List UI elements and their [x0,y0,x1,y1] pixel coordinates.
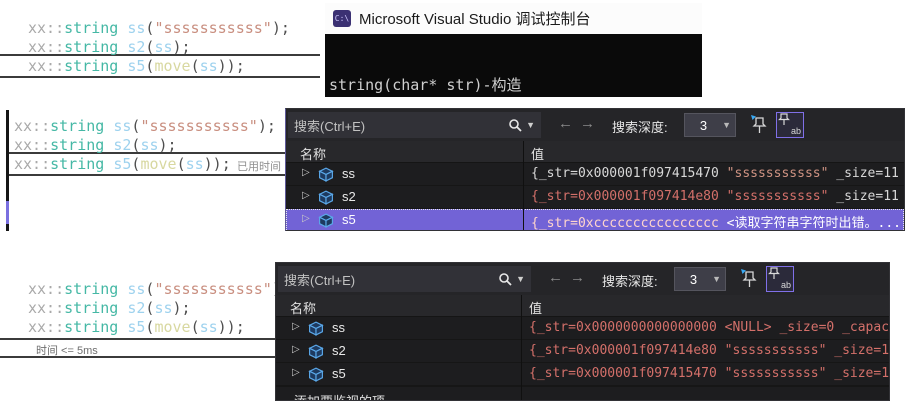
variable-value: {_str=0x000001f097415470 "sssssssssss" _… [529,366,889,381]
pin-ab-toggle-icon[interactable]: ab [766,266,794,292]
class-type-icon [318,190,334,210]
expand-arrow-icon[interactable]: ▷ [292,344,300,355]
debug-console-window: C:\ Microsoft Visual Studio 调试控制台 string… [325,3,702,97]
back-arrow-button[interactable]: ← [558,115,573,132]
class-type-icon [318,167,334,187]
column-divider[interactable] [521,295,522,400]
add-watch-item-row[interactable]: 添加要监视的项 [276,386,889,400]
console-title: Microsoft Visual Studio 调试控制台 [359,11,591,28]
code-block-top: xx::string ss("sssssssssss"); xx::string … [28,19,290,76]
code-line: xx::string ss("sssssssssss"); [28,280,290,298]
variable-value: {_str=0xcccccccccccccccc <读取字符串字符时出错。... [531,216,901,231]
code-line: xx::string s2(ss); [28,38,191,56]
search-depth-label: 搜索深度: [602,274,658,289]
watch-rows: ▷ ss {_str=0x000001f097415470 "sssssssssss… [286,163,904,231]
perf-tip: 已用时间 [237,161,281,173]
ab-label: ab [790,126,801,136]
chevron-down-icon: ▼ [712,274,721,284]
code-line: xx::string s2(ss); [28,299,191,317]
variable-name: ss [342,166,355,181]
variable-name: s5 [332,366,346,381]
pin-ab-toggle-icon[interactable]: ab [776,112,804,138]
divider-line [0,356,279,358]
code-line: xx::string ss("sssssssssss"); [14,117,276,135]
pin-icon[interactable] [738,268,758,290]
watch-row-s5[interactable]: ▷ s5 {_str=0x000001f097415470 "sssssssssss… [276,363,889,386]
search-input[interactable]: 搜索(Ctrl+E) ▼ [288,112,541,138]
screenshot-canvas: xx::string ss("sssssssssss"); xx::string … [0,0,905,407]
window-edge-accent [6,201,9,224]
variable-name: s2 [342,189,356,204]
pin-icon[interactable] [748,114,768,136]
variable-name: s2 [332,343,346,358]
console-line: string(char* str)-构造 [329,76,522,94]
watch-panel-1: 搜索(Ctrl+E) ▼ ← → 搜索深度: 3 ▼ ab 名称 值 ▷ ss [285,108,905,231]
watch-toolbar: 搜索(Ctrl+E) ▼ ← → 搜索深度: 3 ▼ ab [286,109,904,141]
search-icon [499,273,512,286]
watch-rows: ▷ ss {_str=0x0000000000000000 <NULL> _size… [276,317,889,400]
code-line: xx::string ss("sssssssssss"); [28,19,290,37]
column-header-name[interactable]: 名称 [290,298,316,317]
search-depth-dropdown[interactable]: 3 ▼ [674,267,726,291]
variable-value: {_str=0x0000000000000000 <NULL> _size=0 … [529,320,889,335]
search-depth-value: 3 [699,117,708,133]
class-type-icon [308,367,324,387]
watch-column-headers: 名称 值 [286,141,904,163]
class-type-icon [308,321,324,341]
expand-arrow-icon[interactable]: ▷ [292,367,300,378]
divider-line [0,338,279,340]
column-header-value[interactable]: 值 [529,298,542,317]
expand-arrow-icon[interactable]: ▷ [292,321,300,332]
code-line: xx::string s5(move(ss)); [28,318,245,336]
watch-row-ss[interactable]: ▷ ss {_str=0x000001f097415470 "sssssssssss… [286,163,904,186]
ab-label: ab [780,280,791,290]
search-depth-value: 3 [689,271,698,287]
watch-row-ss[interactable]: ▷ ss {_str=0x0000000000000000 <NULL> _size… [276,317,889,340]
search-placeholder: 搜索(Ctrl+E) [294,118,366,134]
class-type-icon [308,344,324,364]
expand-arrow-icon[interactable]: ▷ [302,190,310,201]
column-header-value[interactable]: 值 [531,144,544,163]
search-placeholder: 搜索(Ctrl+E) [284,272,356,288]
chevron-down-icon[interactable]: ▼ [526,120,535,130]
console-output: string(char* str)-构造 string(const string… [325,34,702,97]
console-titlebar[interactable]: C:\ Microsoft Visual Studio 调试控制台 [325,3,702,34]
variable-value: {_str=0x000001f097415470 "sssssssssss" _… [531,166,899,181]
column-divider[interactable] [523,141,524,230]
forward-arrow-button[interactable]: → [570,269,585,286]
chevron-down-icon[interactable]: ▼ [516,274,525,284]
search-depth-dropdown[interactable]: 3 ▼ [684,113,736,137]
code-line: xx::string s5(move(ss)); [28,57,245,75]
code-line: xx::string s2(ss); [14,136,177,154]
chevron-down-icon: ▼ [722,120,731,130]
search-input[interactable]: 搜索(Ctrl+E) ▼ [278,266,531,292]
variable-name: ss [332,320,345,335]
console-icon: C:\ [333,10,351,27]
variable-value: {_str=0x000001f097414e80 "sssssssssss" _… [529,343,889,358]
watch-panel-2: 搜索(Ctrl+E) ▼ ← → 搜索深度: 3 ▼ ab 名称 值 ▷ ss [275,262,890,401]
variable-value: {_str=0x000001f097414e80 "sssssssssss" _… [531,189,899,204]
search-icon [509,119,522,132]
code-block-bottom: xx::string ss("sssssssssss");xx::string … [28,280,290,337]
column-header-name[interactable]: 名称 [300,144,326,163]
back-arrow-button[interactable]: ← [548,269,563,286]
expand-arrow-icon[interactable]: ▷ [302,167,310,178]
variable-name: s5 [342,212,356,227]
search-depth-label: 搜索深度: [612,120,668,135]
class-type-icon [318,213,334,230]
watch-toolbar: 搜索(Ctrl+E) ▼ ← → 搜索深度: 3 ▼ ab [276,263,889,295]
expand-arrow-icon[interactable]: ▷ [302,213,310,224]
watch-row-s2[interactable]: ▷ s2 {_str=0x000001f097414e80 "sssssssssss… [286,186,904,209]
watch-row-s5[interactable]: ▷ s5 {_str=0xcccccccccccccccc <读取字符串字符时出错。… [286,209,904,231]
forward-arrow-button[interactable]: → [580,115,595,132]
watch-column-headers: 名称 值 [276,295,889,317]
watch-row-s2[interactable]: ▷ s2 {_str=0x000001f097414e80 "sssssssssss… [276,340,889,363]
